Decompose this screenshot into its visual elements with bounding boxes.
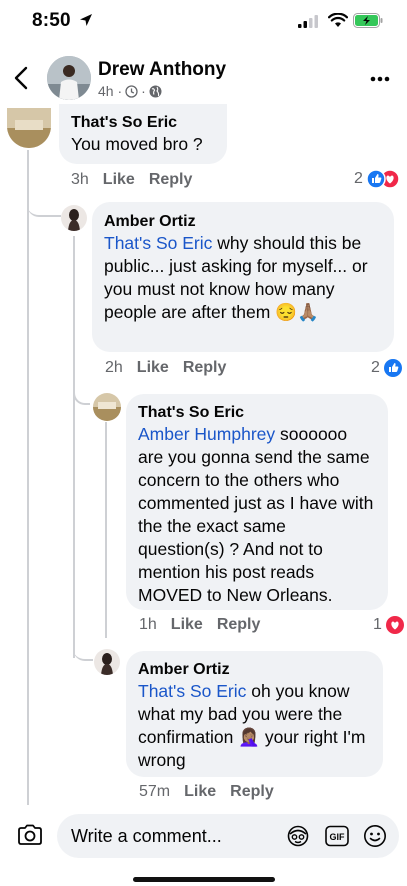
- reaction-summary[interactable]: 2: [371, 358, 403, 378]
- clock-icon: [125, 84, 138, 98]
- commenter-avatar[interactable]: [93, 393, 121, 421]
- mention-link[interactable]: That's So Eric: [138, 681, 246, 701]
- mention-link[interactable]: Amber Humphrey: [138, 424, 275, 444]
- reply-button[interactable]: Reply: [217, 616, 261, 634]
- wifi-icon: [328, 13, 348, 27]
- comment-bubble: Amber Ortiz That's So Eric why should th…: [92, 202, 394, 352]
- home-indicator: [133, 877, 275, 882]
- author-avatar[interactable]: [47, 56, 91, 100]
- comment-bubble: That's So Eric Amber Humphrey soooooo ar…: [126, 394, 388, 610]
- status-bar: 8:50: [0, 0, 407, 46]
- back-chevron-icon[interactable]: [14, 66, 28, 90]
- reaction-count: 2: [354, 170, 363, 187]
- author-name[interactable]: Drew Anthony: [98, 59, 226, 81]
- comment-bubble: Amber Ortiz That's So Eric oh you know w…: [126, 651, 383, 777]
- globe-icon: [149, 85, 162, 97]
- comment-bubble: That's So Eric You moved bro ?: [59, 104, 227, 164]
- reply-button[interactable]: Reply: [230, 783, 274, 801]
- post-header: Drew Anthony 4h · ·: [0, 50, 407, 110]
- svg-text:GIF: GIF: [330, 832, 346, 842]
- more-icon[interactable]: [370, 76, 390, 82]
- camera-icon[interactable]: [17, 824, 43, 846]
- post-meta: 4h · ·: [98, 83, 162, 99]
- comment-actions: 1h Like Reply: [139, 616, 260, 634]
- comment-input[interactable]: Write a comment... GIF: [57, 814, 399, 858]
- comment-body: soooooo are you gonna send the same conc…: [138, 424, 374, 605]
- comment-actions: 3h Like Reply: [71, 171, 192, 189]
- meta-separator: ·: [141, 83, 146, 99]
- comment-author[interactable]: Amber Ortiz: [104, 212, 382, 232]
- comment-time: 1h: [139, 616, 157, 633]
- comment-time: 2h: [105, 359, 123, 376]
- comment-text: That's So Eric oh you know what my bad y…: [138, 680, 371, 772]
- commenter-avatar[interactable]: [61, 205, 87, 231]
- thread-line: [105, 422, 107, 638]
- comment-author[interactable]: That's So Eric: [138, 403, 376, 423]
- location-arrow-icon: [80, 14, 92, 26]
- comment-input-placeholder: Write a comment...: [71, 826, 222, 846]
- reaction-summary[interactable]: 2: [354, 169, 400, 189]
- thread-line: [73, 398, 75, 658]
- comment-text: That's So Eric why should this be public…: [104, 232, 382, 324]
- thread-connector: [73, 380, 90, 405]
- reaction-count: 1: [373, 616, 382, 633]
- love-reaction-icon: [385, 616, 404, 634]
- post-time: 4h ·: [98, 83, 123, 99]
- thread-connector: [73, 625, 93, 661]
- gif-icon[interactable]: GIF: [325, 825, 349, 847]
- like-button[interactable]: Like: [171, 616, 203, 634]
- like-button[interactable]: Like: [184, 783, 216, 801]
- like-reaction-icon: [383, 359, 402, 377]
- comment-author[interactable]: Amber Ortiz: [138, 660, 371, 680]
- signal-icon: [298, 15, 318, 28]
- thread-line: [73, 236, 75, 400]
- thread-connector: [27, 170, 61, 217]
- avatar-sticker-icon[interactable]: [286, 825, 310, 847]
- comment-actions: 57m Like Reply: [139, 783, 274, 801]
- facepalm-emoji: 🤦🏽‍♀️: [238, 727, 260, 747]
- comment-author[interactable]: That's So Eric: [71, 113, 215, 133]
- mention-link[interactable]: That's So Eric: [104, 233, 212, 253]
- commenter-avatar[interactable]: [7, 108, 51, 148]
- reaction-summary[interactable]: 1: [373, 615, 405, 635]
- battery-icon: [353, 13, 383, 28]
- reply-button[interactable]: Reply: [149, 171, 193, 189]
- like-button[interactable]: Like: [137, 359, 169, 377]
- reply-button[interactable]: Reply: [183, 359, 227, 377]
- comment-composer: Write a comment... GIF: [0, 808, 407, 864]
- comment-text: Amber Humphrey soooooo are you gonna sen…: [138, 423, 376, 607]
- comment-actions: 2h Like Reply: [105, 359, 226, 377]
- status-time: 8:50: [32, 10, 71, 31]
- thread-line: [27, 150, 29, 805]
- like-button[interactable]: Like: [103, 171, 135, 189]
- reaction-count: 2: [371, 359, 380, 376]
- emoji-icon[interactable]: [363, 824, 387, 848]
- comment-text: You moved bro ?: [71, 134, 203, 154]
- like-reaction-icon: [366, 169, 400, 189]
- comment-time: 57m: [139, 783, 171, 800]
- commenter-avatar[interactable]: [94, 649, 120, 675]
- comment-time: 3h: [71, 171, 89, 188]
